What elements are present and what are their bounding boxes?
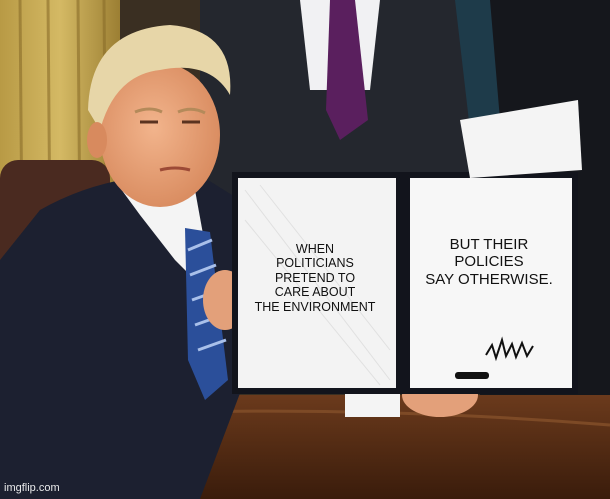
left-page-caption: WHEN POLITICIANS PRETEND TO CARE ABOUT T…: [254, 242, 376, 314]
pen: [455, 372, 489, 379]
imgflip-watermark: imgflip.com: [4, 482, 60, 494]
right-page-caption: BUT THEIR POLICIES SAY OTHERWISE.: [425, 236, 553, 288]
man-ear: [87, 122, 107, 158]
